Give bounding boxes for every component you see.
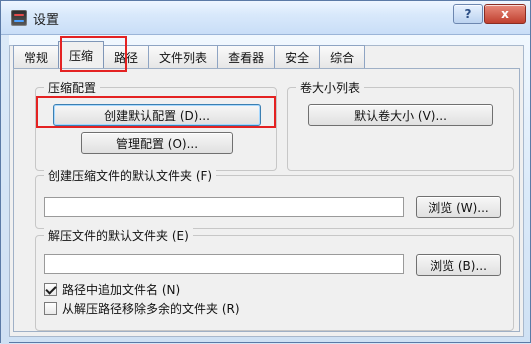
- help-button[interactable]: ?: [453, 4, 483, 24]
- close-button[interactable]: x: [484, 4, 526, 24]
- remove-redundant-option[interactable]: 从解压路径移除多余的文件夹 (R): [44, 300, 240, 317]
- settings-app-icon: [11, 10, 27, 26]
- default-compress-folder-input[interactable]: [44, 197, 404, 217]
- tab-paths[interactable]: 路径: [103, 45, 150, 68]
- create-default-config-button[interactable]: 创建默认配置 (D)...: [53, 104, 261, 126]
- settings-window: 设置 ? x 常规 压缩 路径 文件列表 查看器 安全 综合 压缩配置 创建默认…: [0, 0, 531, 344]
- append-name-checkbox[interactable]: [44, 283, 57, 296]
- tab-viewer[interactable]: 查看器: [217, 45, 276, 68]
- extract-folder-title: 解压文件的默认文件夹 (E): [44, 227, 193, 244]
- title-bar: 设置 ? x: [1, 1, 530, 35]
- tab-misc[interactable]: 综合: [319, 45, 366, 68]
- browse-compress-folder-button[interactable]: 浏览 (W)...: [416, 196, 501, 218]
- remove-redundant-checkbox[interactable]: [44, 302, 57, 315]
- compression-tab-panel: 压缩配置 创建默认配置 (D)... 管理配置 (O)... 卷大小列表 默认卷…: [13, 68, 520, 332]
- compression-config-group: 压缩配置 创建默认配置 (D)... 管理配置 (O)...: [35, 79, 277, 171]
- append-name-label: 路径中追加文件名 (N): [62, 283, 181, 297]
- settings-tabs: 常规 压缩 路径 文件列表 查看器 安全 综合: [13, 41, 366, 68]
- extract-folder-group: 解压文件的默认文件夹 (E) 浏览 (B)... 路径中追加文件名 (N) 从解…: [35, 227, 514, 331]
- tab-compression[interactable]: 压缩: [58, 41, 105, 68]
- volume-size-list-group: 卷大小列表 默认卷大小 (V)...: [287, 79, 514, 171]
- default-compress-folder-title: 创建压缩文件的默认文件夹 (F): [44, 167, 217, 184]
- compression-config-title: 压缩配置: [44, 79, 101, 96]
- extract-folder-input[interactable]: [44, 254, 404, 274]
- tab-general[interactable]: 常规: [13, 45, 60, 68]
- default-volume-size-button[interactable]: 默认卷大小 (V)...: [308, 104, 493, 126]
- default-compress-folder-group: 创建压缩文件的默认文件夹 (F) 浏览 (W)...: [35, 167, 514, 229]
- volume-size-list-title: 卷大小列表: [296, 79, 365, 96]
- tab-file-list[interactable]: 文件列表: [148, 45, 219, 68]
- remove-redundant-label: 从解压路径移除多余的文件夹 (R): [62, 302, 240, 316]
- window-title: 设置: [33, 13, 60, 28]
- window-frame-left: [1, 35, 9, 344]
- append-name-option[interactable]: 路径中追加文件名 (N): [44, 281, 180, 298]
- tab-security[interactable]: 安全: [274, 45, 321, 68]
- browse-extract-folder-button[interactable]: 浏览 (B)...: [416, 254, 501, 276]
- manage-config-button[interactable]: 管理配置 (O)...: [81, 132, 233, 154]
